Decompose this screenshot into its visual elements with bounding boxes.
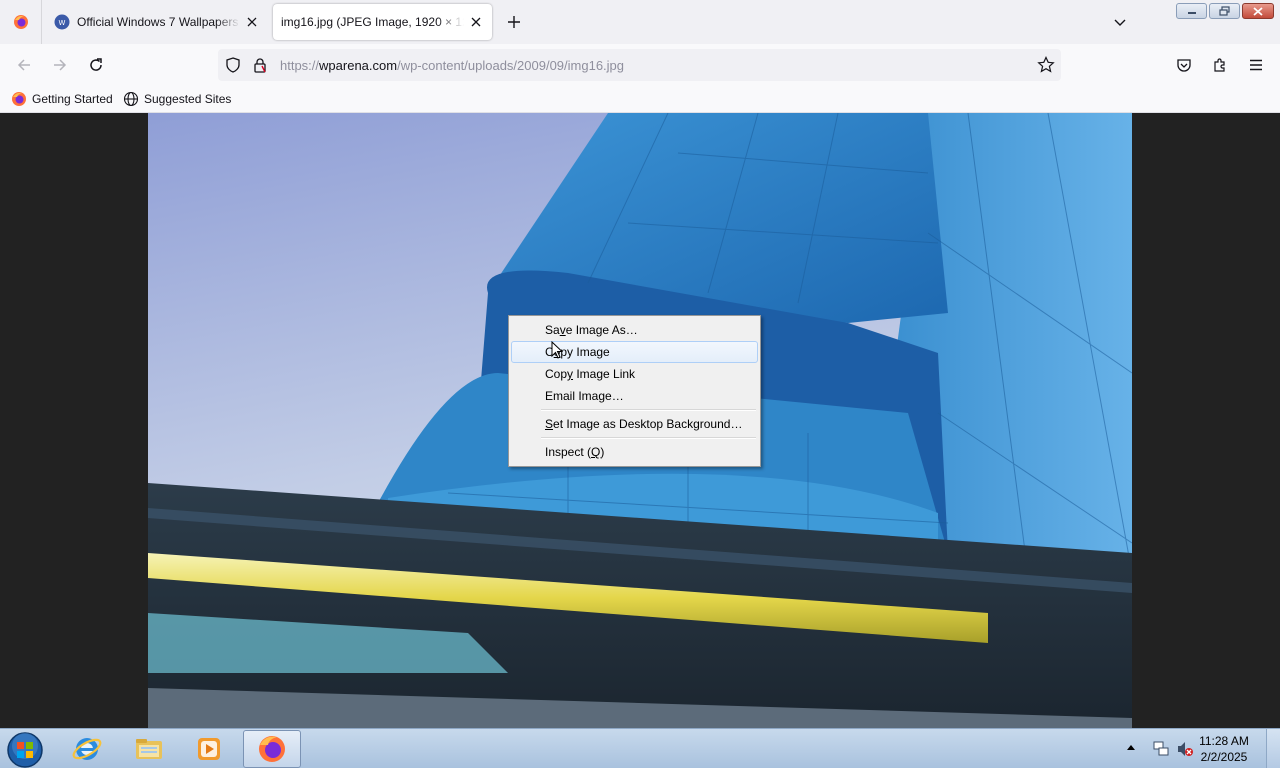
globe-icon <box>123 91 139 107</box>
close-tab-icon[interactable] <box>468 14 484 30</box>
tab-img16[interactable]: img16.jpg (JPEG Image, 1920 × 1200 <box>273 4 492 40</box>
url-text[interactable]: https://wparena.com/wp-content/uploads/2… <box>280 58 624 73</box>
minimize-icon <box>1187 12 1196 14</box>
context-menu: Save Image As… Copy Image Copy Image Lin… <box>508 315 761 467</box>
menu-item-copy-image-link[interactable]: Copy Image Link <box>511 363 758 385</box>
windows-orb-icon <box>7 732 43 768</box>
taskbar-internet-explorer[interactable] <box>58 730 116 768</box>
minimize-button[interactable] <box>1176 3 1207 19</box>
address-bar[interactable]: https://wparena.com/wp-content/uploads/2… <box>218 49 1061 81</box>
clock-date: 2/2/2025 <box>1200 750 1248 764</box>
firefox-icon <box>13 15 28 29</box>
pocket-icon <box>1177 59 1191 72</box>
firefox-icon <box>12 92 26 106</box>
bookmark-getting-started[interactable]: Getting Started <box>11 91 113 107</box>
arrow-right-icon <box>54 59 67 71</box>
volume-muted-icon[interactable] <box>1176 740 1194 758</box>
windows-taskbar: 11:28 AM 2/2/2025 <box>0 728 1280 768</box>
firefox-icon <box>259 736 285 762</box>
reload-button[interactable] <box>84 53 108 77</box>
list-all-tabs-button[interactable] <box>1110 12 1130 32</box>
internet-explorer-icon <box>72 738 102 760</box>
menu-item-copy-image[interactable]: Copy Image <box>511 341 758 363</box>
forward-button[interactable] <box>48 53 72 77</box>
media-player-icon <box>198 738 220 760</box>
show-hidden-icons-icon[interactable] <box>1126 743 1136 751</box>
tab-title: img16.jpg (JPEG Image, 1920 × 1200 <box>281 15 464 29</box>
show-desktop-button[interactable] <box>1266 729 1280 768</box>
menu-separator <box>541 409 756 411</box>
svg-text:W: W <box>59 19 66 27</box>
menu-separator <box>541 437 756 439</box>
taskbar-media-player[interactable] <box>180 730 238 768</box>
lock-icon[interactable] <box>252 57 268 73</box>
arrow-left-icon <box>17 59 30 71</box>
tab-strip: W Official Windows 7 Wallpapers img16.jp… <box>0 0 1280 44</box>
url-scheme: https:// <box>280 58 320 73</box>
url-domain: wparena.com <box>319 58 398 73</box>
network-icon[interactable] <box>1152 740 1170 758</box>
hamburger-menu-icon <box>1250 59 1262 71</box>
shield-icon[interactable] <box>225 57 241 73</box>
app-menu-button[interactable] <box>1244 53 1268 77</box>
restore-icon <box>1218 6 1230 16</box>
mouse-cursor-icon <box>551 341 563 359</box>
chevron-down-icon <box>1114 19 1126 26</box>
extensions-button[interactable] <box>1208 53 1232 77</box>
tab-title: Official Windows 7 Wallpapers <box>77 15 239 29</box>
menu-item-set-desktop-background[interactable]: Set Image as Desktop Background… <box>511 413 758 435</box>
start-button[interactable] <box>6 731 44 768</box>
url-path: /wp-content/uploads/2009/09/img16.jpg <box>397 58 625 73</box>
navigation-toolbar: https://wparena.com/wp-content/uploads/2… <box>0 44 1280 86</box>
puzzle-icon <box>1214 58 1225 72</box>
bookmark-star-icon[interactable] <box>1037 56 1055 74</box>
close-tab-icon[interactable] <box>244 14 260 30</box>
close-icon <box>1253 6 1263 16</box>
menu-item-save-image-as[interactable]: Save Image As… <box>511 319 758 341</box>
bookmark-label: Suggested Sites <box>144 92 232 106</box>
taskbar-clock[interactable]: 11:28 AM 2/2/2025 <box>1194 733 1254 765</box>
new-tab-button[interactable] <box>504 12 524 32</box>
plus-icon <box>508 16 520 28</box>
window-controls <box>1176 3 1274 19</box>
taskbar-firefox[interactable] <box>243 730 301 768</box>
pocket-button[interactable] <box>1172 53 1196 77</box>
firefox-view-button[interactable] <box>0 0 42 44</box>
bookmarks-toolbar: Getting Started Suggested Sites <box>0 86 1280 113</box>
menu-item-email-image[interactable]: Email Image… <box>511 385 758 407</box>
tab-windows-wallpapers[interactable]: W Official Windows 7 Wallpapers <box>46 4 268 40</box>
back-button[interactable] <box>12 53 36 77</box>
close-window-button[interactable] <box>1242 3 1274 19</box>
restore-button[interactable] <box>1209 3 1240 19</box>
reload-icon <box>90 58 102 71</box>
menu-item-inspect[interactable]: Inspect (Q) <box>511 441 758 463</box>
wparena-favicon: W <box>54 14 70 30</box>
file-explorer-icon <box>136 739 162 759</box>
bookmark-label: Getting Started <box>32 92 113 106</box>
bookmark-suggested-sites[interactable]: Suggested Sites <box>123 91 231 107</box>
taskbar-file-explorer[interactable] <box>120 730 178 768</box>
clock-time: 11:28 AM <box>1199 734 1249 748</box>
